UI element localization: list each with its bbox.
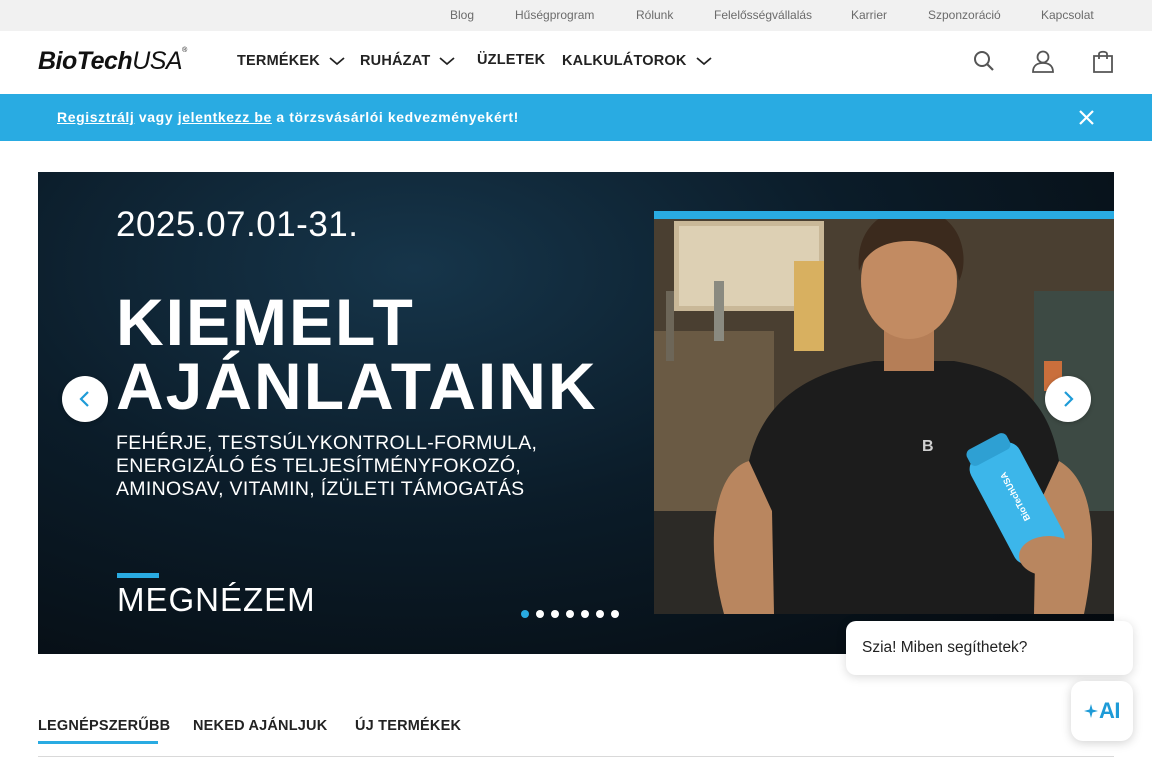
tab-new-products[interactable]: ÚJ TERMÉKEK: [355, 718, 461, 734]
promo-tail-text: a törzsvásárlói kedvezményekért!: [271, 109, 519, 125]
shirt-logo-icon: B: [922, 438, 934, 455]
hero-photo-illustration: B BioTechUSA: [654, 211, 1114, 614]
chat-greeting-bubble[interactable]: Szia! Miben segíthetek?: [846, 621, 1133, 675]
topbar-link-sponsorship[interactable]: Szponzoráció: [928, 8, 1001, 22]
logo-accent-text: USA: [132, 47, 183, 75]
topbar-link-contact[interactable]: Kapcsolat: [1041, 8, 1094, 22]
topbar-link-loyalty[interactable]: Hűségprogram: [515, 8, 594, 22]
sparkle-icon: [1084, 704, 1098, 718]
nav-clothing-label: RUHÁZAT: [360, 53, 431, 69]
topbar-link-blog[interactable]: Blog: [450, 8, 474, 22]
cart-icon[interactable]: [1090, 48, 1116, 74]
topbar-link-career[interactable]: Karrier: [851, 8, 887, 22]
slide-dot-6[interactable]: [596, 610, 604, 618]
slide-dot-5[interactable]: [581, 610, 589, 618]
promo-text: Regisztrálj vagy jelentkezz be a törzsvá…: [57, 109, 519, 125]
login-link[interactable]: jelentkezz be: [178, 109, 272, 125]
main-header: BioTechUSA® TERMÉKEK RUHÁZAT ÜZLETEK KAL…: [0, 31, 1152, 94]
hero-subtitle-line3: AMINOSAV, VITAMIN, ÍZÜLETI TÁMOGATÁS: [116, 478, 525, 500]
nav-calculators-label: KALKULÁTOROK: [562, 53, 687, 69]
topbar-link-csr[interactable]: Felelősségvállalás: [714, 8, 812, 22]
logo-main-text: BioTech: [38, 47, 133, 75]
hero-subtitle-line2: ENERGIZÁLÓ ÉS TELJESÍTMÉNYFOKOZÓ,: [116, 455, 522, 477]
chat-greeting-text: Szia! Miben segíthetek?: [862, 639, 1028, 656]
slide-dot-4[interactable]: [566, 610, 574, 618]
cta-accent-bar: [117, 573, 159, 578]
tabs-divider: [38, 756, 1114, 757]
nav-products[interactable]: TERMÉKEK: [237, 52, 346, 70]
chevron-down-icon: [329, 57, 345, 66]
hero-subtitle: FEHÉRJE, TESTSÚLYKONTROLL-FORMULA, ENERG…: [116, 432, 537, 501]
tab-most-popular[interactable]: LEGNÉPSZERŰBB: [38, 718, 170, 734]
photo-accent-line: [654, 211, 1114, 219]
hero-photo: B BioTechUSA: [654, 211, 1114, 614]
chevron-down-icon: [439, 57, 455, 66]
nav-clothing[interactable]: RUHÁZAT: [360, 52, 456, 70]
nav-calculators[interactable]: KALKULÁTOROK: [562, 52, 713, 70]
slide-indicators: [521, 610, 619, 618]
chevron-down-icon: [695, 57, 712, 66]
chevron-left-icon: [79, 391, 89, 407]
close-icon[interactable]: [1076, 107, 1097, 128]
hero-slider[interactable]: 2025.07.01-31. KIEMELT AJÁNLATAINK FEHÉR…: [38, 172, 1114, 654]
hero-subtitle-line1: FEHÉRJE, TESTSÚLYKONTROLL-FORMULA,: [116, 432, 538, 454]
slide-dot-7[interactable]: [611, 610, 619, 618]
slider-prev-button[interactable]: [62, 376, 108, 422]
topbar-link-about[interactable]: Rólunk: [636, 8, 673, 22]
hero-cta-button[interactable]: MEGNÉZEM: [117, 581, 316, 619]
nav-stores-label: ÜZLETEK: [477, 52, 546, 68]
registered-mark: ®: [182, 47, 187, 54]
promo-middle-text: vagy: [134, 109, 178, 125]
search-icon[interactable]: [971, 48, 997, 74]
utility-bar: Blog Hűségprogram Rólunk Felelősségválla…: [0, 0, 1152, 31]
nav-stores[interactable]: ÜZLETEK: [477, 52, 545, 68]
hero-date: 2025.07.01-31.: [116, 205, 359, 244]
hero-title-line2: AJÁNLATAINK: [116, 349, 598, 423]
ai-chat-button[interactable]: AI: [1071, 681, 1133, 741]
slide-dot-3[interactable]: [551, 610, 559, 618]
register-link[interactable]: Regisztrálj: [57, 109, 134, 125]
hero-title-line1: KIEMELT: [116, 285, 415, 359]
active-tab-indicator: [38, 741, 158, 744]
slider-next-button[interactable]: [1045, 376, 1091, 422]
loyalty-promo-banner: Regisztrálj vagy jelentkezz be a törzsvá…: [0, 94, 1152, 141]
tab-recommended[interactable]: NEKED AJÁNLJUK: [193, 718, 327, 734]
slide-dot-2[interactable]: [536, 610, 544, 618]
brand-logo[interactable]: BioTechUSA®: [38, 47, 187, 77]
slide-dot-1[interactable]: [521, 610, 529, 618]
chevron-right-icon: [1064, 391, 1074, 407]
nav-products-label: TERMÉKEK: [237, 53, 320, 69]
ai-chat-label: AI: [1099, 698, 1121, 723]
hero-title: KIEMELT AJÁNLATAINK: [116, 285, 598, 423]
user-icon[interactable]: [1030, 48, 1056, 74]
